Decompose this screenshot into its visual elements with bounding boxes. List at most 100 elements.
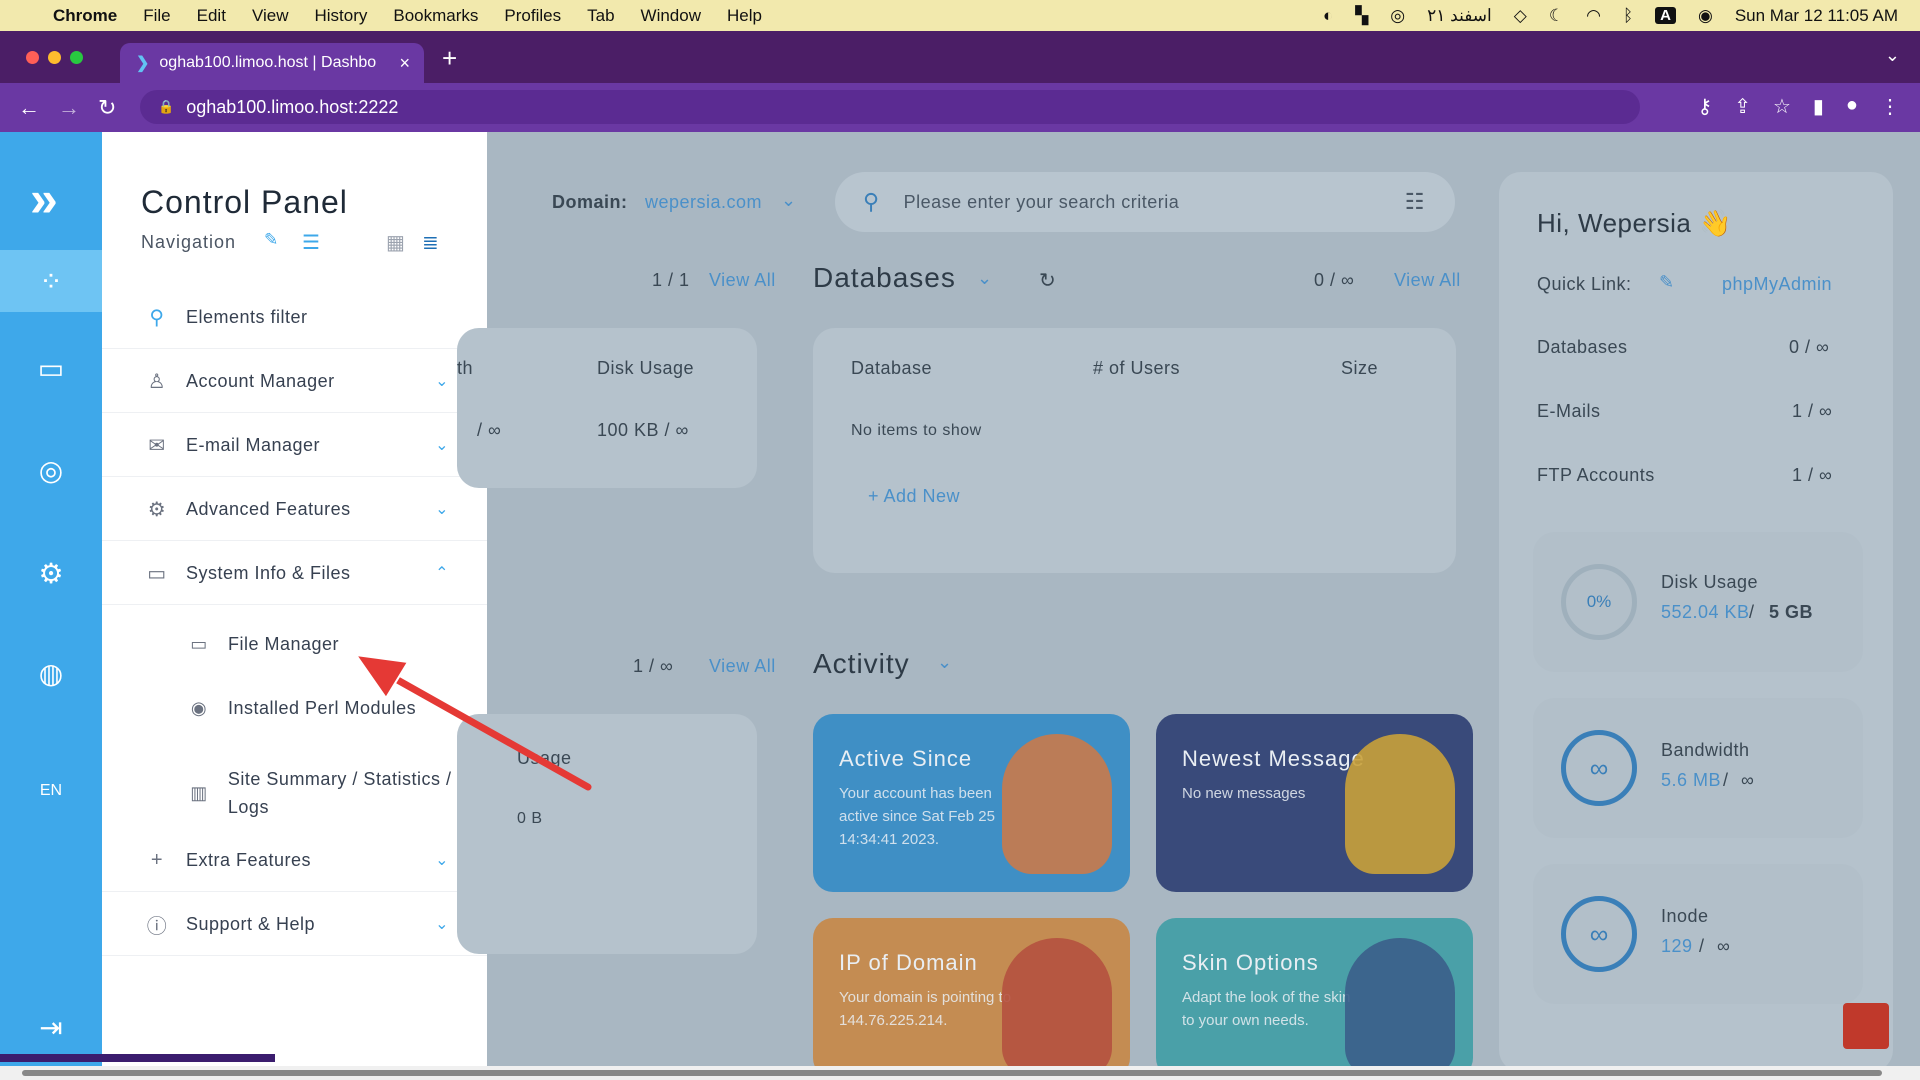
view-all-link[interactable]: View All bbox=[709, 270, 776, 291]
zoom-window-button[interactable] bbox=[70, 51, 83, 64]
activity-title: Activity bbox=[813, 648, 910, 679]
bookmark-star-icon[interactable]: ☆ bbox=[1773, 94, 1791, 119]
dropbox-icon[interactable]: ◇ bbox=[1514, 6, 1527, 26]
language-label[interactable]: EN bbox=[0, 782, 102, 800]
submenu-label: File Manager bbox=[228, 633, 340, 654]
usage-card: Usage 0 B bbox=[457, 714, 757, 954]
lock-icon[interactable]: 🔒 bbox=[158, 99, 174, 115]
list-order-icon[interactable]: ☰ bbox=[302, 230, 320, 255]
minimize-window-button[interactable] bbox=[48, 51, 61, 64]
newest-message-tile[interactable]: Newest Message No new messages bbox=[1156, 714, 1473, 892]
menu-support-help[interactable]: ⓘ Support & Help ⌄ bbox=[102, 893, 487, 956]
quick-link-value[interactable]: phpMyAdmin bbox=[1722, 274, 1832, 295]
active-since-tile[interactable]: Active Since Your account has been activ… bbox=[813, 714, 1130, 892]
pin-icon[interactable]: ✎ bbox=[264, 230, 278, 250]
menu-history[interactable]: History bbox=[314, 6, 367, 26]
new-tab-button[interactable]: + bbox=[442, 43, 457, 74]
back-arrow-icon[interactable]: ← bbox=[18, 95, 40, 121]
close-window-button[interactable] bbox=[26, 51, 39, 64]
control-center-icon[interactable]: ◉ bbox=[1698, 6, 1713, 26]
chevron-down-icon: ⌄ bbox=[435, 373, 449, 390]
creative-cloud-icon[interactable]: ◎ bbox=[1390, 6, 1405, 26]
view-all-link[interactable]: View All bbox=[709, 656, 776, 677]
domain-selector[interactable]: wepersia.com bbox=[645, 192, 762, 213]
stat-label: Databases bbox=[1537, 337, 1628, 357]
menu-tab[interactable]: Tab bbox=[587, 6, 614, 26]
key-icon[interactable]: ⚷ bbox=[1698, 94, 1713, 119]
messages-icon[interactable]: ▭ bbox=[0, 337, 102, 399]
column-header: Disk Usage bbox=[597, 358, 695, 378]
tab-search-chevron-icon[interactable]: ⌄ bbox=[1885, 45, 1900, 66]
menu-help[interactable]: Help bbox=[727, 6, 762, 26]
forward-arrow-icon[interactable]: → bbox=[58, 95, 80, 121]
layout-icon[interactable]: ▚ bbox=[1355, 6, 1368, 26]
illustration-icon bbox=[1345, 734, 1455, 874]
account-summary-card: Hi, Wepersia 👋 Quick Link: ✎ phpMyAdmin … bbox=[1499, 172, 1893, 1066]
menu-edit[interactable]: Edit bbox=[197, 6, 226, 26]
submenu-site-summary[interactable]: ▥ Site Summary / Statistics / Logs bbox=[102, 768, 487, 818]
horizontal-scrollbar[interactable] bbox=[0, 1066, 1920, 1080]
url-text[interactable]: oghab100.limoo.host:2222 bbox=[186, 97, 398, 118]
favicon-icon: ❯ bbox=[136, 55, 150, 72]
chevron-down-icon[interactable]: ⌄ bbox=[937, 652, 953, 673]
more-menu-icon[interactable]: ⋮ bbox=[1880, 94, 1900, 119]
menu-label: Account Manager bbox=[186, 370, 335, 391]
elements-filter[interactable]: ⚲ Elements filter bbox=[102, 286, 487, 349]
persian-date[interactable]: ۲۱ اسفند bbox=[1427, 6, 1492, 26]
menu-account-manager[interactable]: ♙ Account Manager ⌄ bbox=[102, 350, 487, 413]
domain-label: Domain: bbox=[552, 192, 628, 212]
chevron-down-icon[interactable]: ⌄ bbox=[977, 268, 993, 289]
refresh-icon[interactable]: ↻ bbox=[1039, 268, 1056, 293]
status-icon[interactable]: ◐ bbox=[1323, 6, 1333, 26]
side-panel-icon[interactable]: ▮ bbox=[1813, 94, 1824, 119]
search-input[interactable]: ⚲ Please enter your search criteria ☷ bbox=[835, 172, 1455, 232]
list-view-icon[interactable]: ≣ bbox=[422, 230, 439, 255]
address-bar[interactable]: 🔒 oghab100.limoo.host:2222 bbox=[140, 90, 1640, 124]
menu-file[interactable]: File bbox=[143, 6, 170, 26]
chevron-down-icon[interactable]: ⌄ bbox=[781, 190, 797, 211]
moon-icon[interactable]: ☾ bbox=[1549, 6, 1564, 26]
share-icon[interactable]: ⇪ bbox=[1734, 94, 1751, 119]
scrollbar-thumb[interactable] bbox=[22, 1070, 1882, 1076]
directadmin-logo[interactable]: » bbox=[30, 170, 58, 228]
filter-sliders-icon[interactable]: ☷ bbox=[1405, 189, 1425, 215]
bluetooth-icon[interactable]: ᛒ bbox=[1623, 6, 1633, 26]
stats-icon: ▥ bbox=[190, 782, 208, 803]
active-tab[interactable]: ❯ oghab100.limoo.host | Dashbo × bbox=[120, 43, 424, 83]
globe-icon[interactable]: ◍ bbox=[0, 642, 102, 704]
add-new-button[interactable]: + Add New bbox=[868, 486, 960, 507]
account-icon[interactable]: ◎ bbox=[0, 439, 102, 501]
menu-profiles[interactable]: Profiles bbox=[504, 6, 561, 26]
settings-gear-icon[interactable]: ⚙ bbox=[0, 542, 102, 604]
edit-pencil-icon[interactable]: ✎ bbox=[1659, 272, 1675, 293]
menu-window[interactable]: Window bbox=[641, 6, 701, 26]
view-all-link[interactable]: View All bbox=[1394, 270, 1461, 291]
usage-label: Inode bbox=[1661, 906, 1709, 926]
logout-icon[interactable]: ⇥ bbox=[0, 996, 102, 1058]
inode-ring: ∞ bbox=[1561, 896, 1637, 972]
domain-card: th Disk Usage / ∞ 100 KB / ∞ bbox=[457, 328, 757, 488]
dashboard-icon[interactable]: ⁘ bbox=[0, 250, 102, 312]
inode-card: ∞ Inode 129 / ∞ bbox=[1533, 864, 1863, 1004]
menu-system-info-files[interactable]: ▭ System Info & Files ⌃ bbox=[102, 542, 487, 605]
menu-chrome[interactable]: Chrome bbox=[53, 6, 117, 26]
skin-options-tile[interactable]: Skin Options Adapt the look of the skin … bbox=[1156, 918, 1473, 1066]
tab-close-icon[interactable]: × bbox=[399, 53, 410, 74]
menu-extra-features[interactable]: + Extra Features ⌄ bbox=[102, 829, 487, 892]
menu-label: Support & Help bbox=[186, 913, 316, 934]
profile-avatar-icon[interactable]: ● bbox=[1846, 94, 1858, 119]
tile-description: Your account has been active since Sat F… bbox=[839, 785, 995, 848]
ip-of-domain-tile[interactable]: IP of Domain Your domain is pointing to … bbox=[813, 918, 1130, 1066]
clock[interactable]: Sun Mar 12 11:05 AM bbox=[1735, 6, 1898, 26]
submenu-perl-modules[interactable]: ◉ Installed Perl Modules bbox=[102, 688, 487, 728]
menu-advanced-features[interactable]: ⚙ Advanced Features ⌄ bbox=[102, 478, 487, 541]
menu-email-manager[interactable]: ✉ E-mail Manager ⌄ bbox=[102, 414, 487, 477]
menu-view[interactable]: View bbox=[252, 6, 289, 26]
chevron-down-icon: ⌄ bbox=[435, 501, 449, 518]
grid-view-icon[interactable]: ▦ bbox=[386, 230, 405, 255]
submenu-file-manager[interactable]: ▭ File Manager bbox=[102, 624, 487, 664]
reload-icon[interactable]: ↻ bbox=[98, 95, 116, 121]
input-source-badge[interactable]: A bbox=[1655, 7, 1676, 24]
wifi-icon[interactable]: ◠ bbox=[1586, 6, 1601, 26]
menu-bookmarks[interactable]: Bookmarks bbox=[393, 6, 478, 26]
